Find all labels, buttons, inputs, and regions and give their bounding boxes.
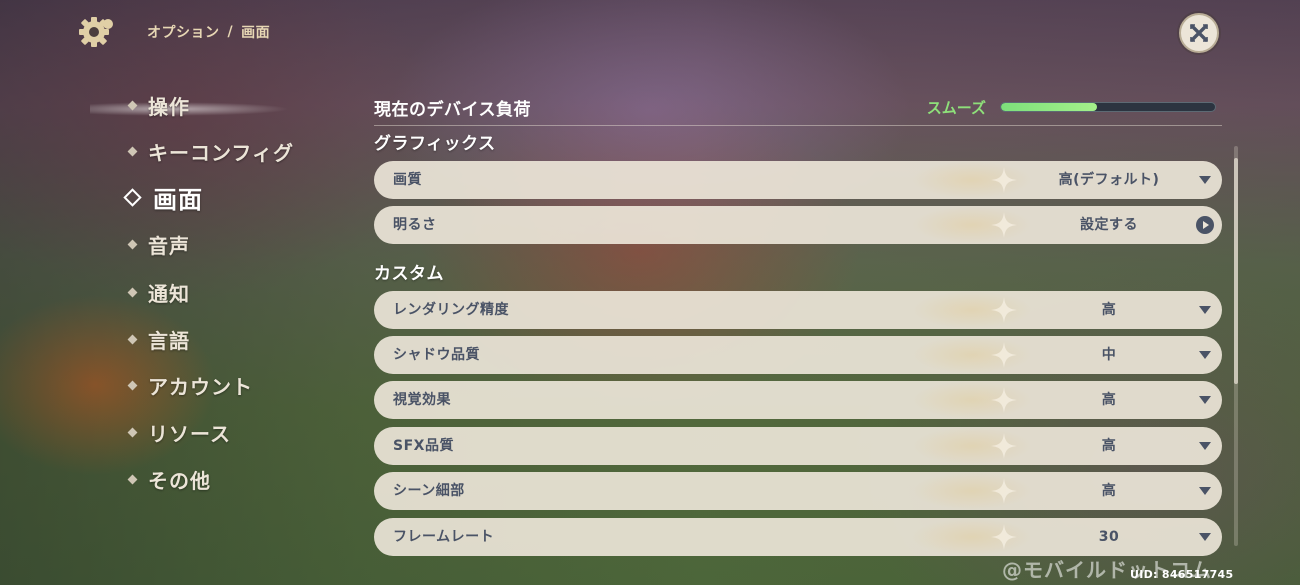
setting-label: シーン細部 [393, 483, 465, 499]
sidebar-item-other[interactable]: その他 [126, 464, 211, 494]
device-load-meter [1000, 102, 1216, 112]
diamond-bullet-icon [127, 287, 138, 297]
setting-row-visual-effects[interactable]: 視覚効果 高 [374, 381, 1222, 419]
chevron-down-icon[interactable] [1199, 351, 1211, 359]
sidebar-item-audio[interactable]: 音声 [126, 229, 190, 259]
diamond-bullet-icon [127, 427, 138, 437]
setting-label: シャドウ品質 [393, 347, 480, 363]
header: オプション / 画面 [78, 14, 270, 50]
sidebar-item-label: アカウント [148, 374, 253, 399]
sidebar-item-language[interactable]: 言語 [126, 324, 190, 354]
setting-label: 明るさ [393, 217, 437, 233]
divider [374, 125, 1222, 126]
setting-row-sfx-quality[interactable]: SFX品質 高 [374, 427, 1222, 465]
section-title-graphics: グラフィックス [374, 134, 496, 154]
sidebar-item-label: 通知 [148, 281, 190, 306]
setting-value: 高 [1101, 483, 1117, 499]
sidebar-item-label: 言語 [148, 328, 190, 353]
diamond-bullet-icon [127, 380, 138, 390]
sidebar-item-label: 操作 [148, 94, 190, 119]
sidebar-item-label: リソース [148, 421, 231, 446]
setting-row-render-resolution[interactable]: レンダリング精度 高 [374, 291, 1222, 329]
setting-value: 設定する [1080, 217, 1138, 233]
device-load-label: 現在のデバイス負荷 [374, 99, 531, 120]
setting-label: レンダリング精度 [393, 302, 509, 318]
diamond-bullet-icon [127, 334, 138, 344]
close-icon [1190, 24, 1208, 42]
chevron-down-icon[interactable] [1199, 442, 1211, 450]
setting-label: SFX品質 [393, 438, 454, 454]
setting-value: 高 [1101, 302, 1117, 318]
setting-value: 30 [1098, 529, 1120, 545]
active-tab-glow [90, 102, 290, 116]
device-load-meter-fill [1001, 103, 1098, 111]
setting-row-frame-rate[interactable]: フレームレート 30 [374, 518, 1222, 556]
sidebar-item-notifications[interactable]: 通知 [126, 277, 190, 307]
sidebar-item-graphics[interactable]: 画面 [123, 182, 203, 214]
diamond-bullet-icon [127, 474, 138, 484]
uid-label: UID: 846517745 [1130, 568, 1234, 581]
breadcrumb-separator: / [227, 24, 234, 40]
sidebar-item-resources[interactable]: リソース [126, 417, 231, 447]
setting-value: 高(デフォルト) [1058, 172, 1160, 188]
chevron-down-icon[interactable] [1199, 533, 1211, 541]
diamond-bullet-icon [127, 239, 138, 249]
setting-value: 中 [1101, 347, 1117, 363]
sidebar-item-label: 画面 [153, 185, 203, 214]
setting-label: 画質 [393, 172, 422, 188]
scrollbar-thumb[interactable] [1234, 158, 1238, 384]
diamond-bullet-icon [127, 146, 138, 156]
setting-value: 高 [1101, 438, 1117, 454]
setting-label: フレームレート [393, 529, 495, 545]
breadcrumb: オプション / 画面 [147, 22, 270, 42]
sidebar-item-label: キーコンフィグ [148, 140, 294, 165]
sidebar-item-label: 音声 [148, 233, 190, 258]
gear-icon [79, 17, 113, 47]
setting-row-quality[interactable]: 画質 高(デフォルト) [374, 161, 1222, 199]
breadcrumb-root[interactable]: オプション [147, 22, 220, 42]
setting-row-brightness[interactable]: 明るさ 設定する [374, 206, 1222, 244]
diamond-bullet-icon [127, 100, 138, 110]
setting-row-shadow-quality[interactable]: シャドウ品質 中 [374, 336, 1222, 374]
settings-screen: オプション / 画面 操作 キーコンフィグ 画面 音声 通知 言語 アカウント … [0, 0, 1300, 585]
breadcrumb-current: 画面 [241, 25, 271, 41]
setting-row-scene-detail[interactable]: シーン細部 高 [374, 472, 1222, 510]
section-title-custom: カスタム [374, 264, 444, 284]
setting-label: 視覚効果 [393, 392, 451, 408]
arrow-right-icon[interactable] [1196, 216, 1214, 234]
diamond-bullet-icon [123, 187, 142, 207]
scrollbar[interactable] [1234, 146, 1238, 546]
sidebar-item-key-config[interactable]: キーコンフィグ [126, 136, 294, 166]
chevron-down-icon[interactable] [1199, 306, 1211, 314]
setting-value: 高 [1101, 392, 1117, 408]
sidebar-item-account[interactable]: アカウント [126, 370, 253, 400]
chevron-down-icon[interactable] [1199, 176, 1211, 184]
sidebar-item-label: その他 [148, 468, 211, 493]
device-load-row: 現在のデバイス負荷 スムーズ [374, 94, 1216, 120]
device-load-status: スムーズ [926, 98, 986, 117]
chevron-down-icon[interactable] [1199, 487, 1211, 495]
close-button[interactable] [1179, 13, 1219, 53]
sidebar-item-controls[interactable]: 操作 [126, 90, 190, 120]
chevron-down-icon[interactable] [1199, 396, 1211, 404]
